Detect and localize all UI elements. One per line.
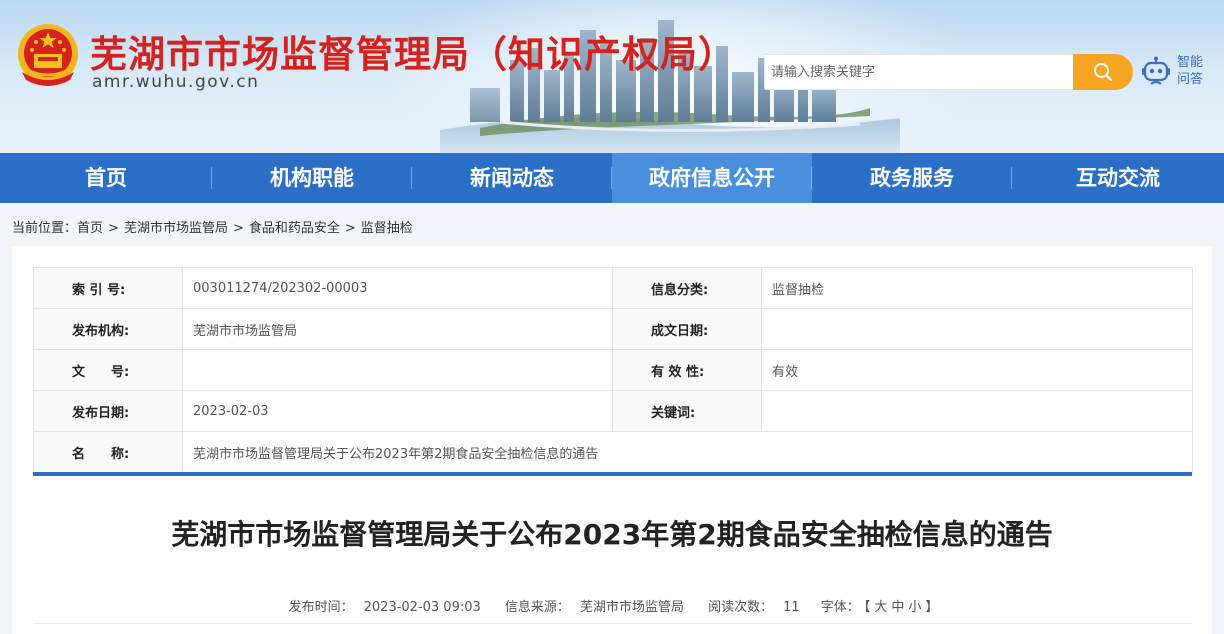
smart-qa-link[interactable]: 智能问答: [1141, 52, 1221, 92]
source-label: 信息来源：: [504, 600, 570, 615]
font-large-button[interactable]: 大: [874, 600, 887, 615]
font-bracket-open: 【: [863, 600, 871, 615]
breadcrumb-supervision-sampling[interactable]: 监督抽检: [361, 221, 413, 236]
site-domain: amr.wuhu.gov.cn: [92, 72, 260, 92]
validity-label: 有 效 性:: [612, 349, 762, 391]
nav-item-news[interactable]: 新闻动态: [412, 153, 612, 203]
search-button[interactable]: [1073, 54, 1133, 90]
article-title: 芜湖市市场监督管理局关于公布2023年第2期食品安全抽检信息的通告: [171, 518, 1053, 551]
index-number-value: 003011274/202302-00003: [182, 267, 613, 309]
views-label: 阅读次数：: [708, 600, 774, 615]
info-category-label: 信息分类:: [612, 267, 762, 309]
content-card: 索 引 号: 003011274/202302-00003 信息分类: 监督抽检…: [12, 246, 1212, 634]
validity-value: 有效: [761, 349, 1193, 391]
search-icon: [1094, 63, 1113, 82]
table-bottom-bar: [33, 472, 1192, 476]
keywords-value: [761, 390, 1193, 432]
index-number-label: 索 引 号:: [33, 267, 183, 309]
breadcrumb-food-drug-safety[interactable]: 食品和药品安全: [249, 221, 340, 236]
breadcrumb: 当前位置：首页 > 芜湖市市场监管局 > 食品和药品安全 > 监督抽检: [12, 217, 413, 236]
site-header: 芜湖市市场监督管理局（知识产权局） amr.wuhu.gov.cn 智能问答: [0, 0, 1224, 153]
table-row: 发布机构: 芜湖市市场监管局 成文日期:: [33, 308, 1193, 350]
doc-name-label: 名 称:: [33, 431, 183, 473]
search-input[interactable]: [771, 55, 1071, 89]
robot-icon: [1142, 56, 1170, 85]
table-row: 文 号: 有 效 性: 有效: [33, 349, 1193, 391]
table-row: 发布日期: 2023-02-03 关键词:: [33, 390, 1193, 432]
smart-qa-label: 智能问答: [1177, 55, 1204, 87]
meta-divider: [33, 623, 1192, 624]
publish-time: 2023-02-03 09:03: [363, 600, 481, 615]
keywords-label: 关键词:: [612, 390, 762, 432]
font-size-control: 字体：【大中小】: [819, 600, 941, 615]
publish-date-label: 发布日期:: [33, 390, 183, 432]
breadcrumb-separator: >: [108, 221, 119, 236]
national-emblem-icon: [18, 24, 78, 86]
search-box: [764, 54, 1133, 90]
font-label: 字体：: [820, 600, 860, 615]
table-row: 名 称: 芜湖市市场监督管理局关于公布2023年第2期食品安全抽检信息的通告: [33, 431, 1193, 473]
breadcrumb-prefix: 当前位置：: [12, 221, 78, 236]
nav-item-gov-services[interactable]: 政务服务: [812, 153, 1012, 203]
written-date-label: 成文日期:: [612, 308, 762, 350]
breadcrumb-bureau[interactable]: 芜湖市市场监管局: [124, 221, 228, 236]
publish-time-label: 发布时间：: [288, 600, 354, 615]
article-meta: 发布时间： 2023-02-03 09:03 信息来源： 芜湖市市场监管局 阅读次数…: [12, 596, 1212, 615]
publish-date-value: 2023-02-03: [182, 390, 613, 432]
nav-item-org-functions[interactable]: 机构职能: [212, 153, 412, 203]
font-medium-button[interactable]: 中: [891, 600, 904, 615]
info-table: 索 引 号: 003011274/202302-00003 信息分类: 监督抽检…: [33, 267, 1193, 473]
publisher-value: 芜湖市市场监管局: [182, 308, 613, 350]
view-count: 11: [783, 600, 800, 615]
document-number-label: 文 号:: [33, 349, 183, 391]
source: 芜湖市市场监管局: [579, 600, 684, 615]
info-category-value: 监督抽检: [761, 267, 1193, 309]
table-row: 索 引 号: 003011274/202302-00003 信息分类: 监督抽检: [33, 267, 1193, 309]
doc-name-value: 芜湖市市场监督管理局关于公布2023年第2期食品安全抽检信息的通告: [182, 431, 1193, 473]
publisher-label: 发布机构:: [33, 308, 183, 350]
nav-item-interaction[interactable]: 互动交流: [1012, 153, 1224, 203]
nav-item-home[interactable]: 首页: [0, 153, 212, 203]
breadcrumb-home[interactable]: 首页: [77, 221, 103, 236]
written-date-value: [761, 308, 1193, 350]
font-bracket-close: 】: [925, 600, 939, 615]
site-title[interactable]: 芜湖市市场监督管理局（知识产权局）: [90, 24, 736, 78]
breadcrumb-separator: >: [344, 221, 356, 236]
font-small-button[interactable]: 小: [908, 600, 921, 615]
main-nav: 首页 机构职能 新闻动态 政府信息公开 政务服务 互动交流: [0, 153, 1224, 203]
document-number-value: [182, 349, 613, 391]
nav-item-gov-info-disclosure[interactable]: 政府信息公开: [612, 153, 812, 203]
breadcrumb-separator: >: [232, 221, 244, 236]
